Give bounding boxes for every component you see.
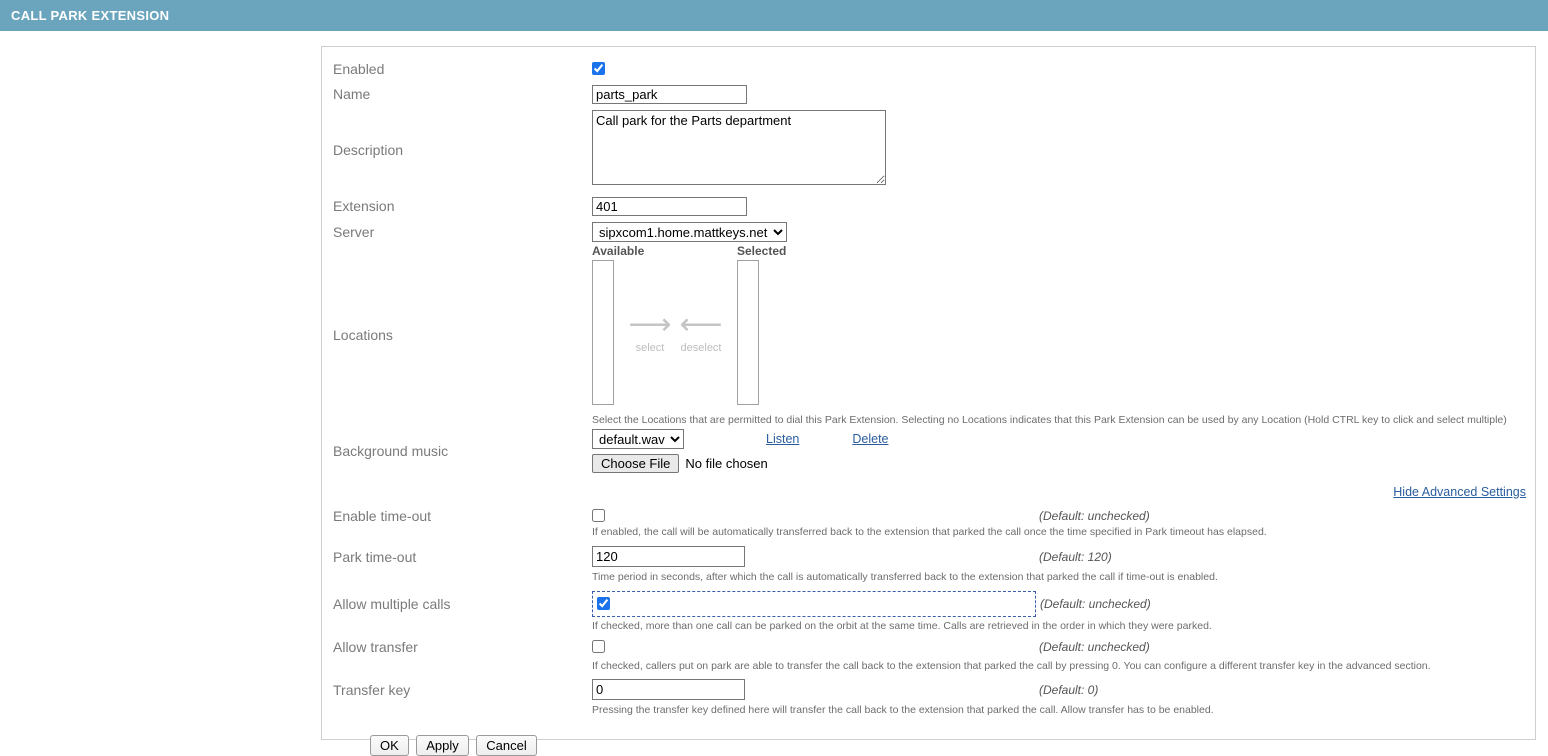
listen-link[interactable]: Listen (766, 432, 799, 446)
row-server: Server sipxcom1.home.mattkeys.net (322, 219, 1535, 245)
cancel-button[interactable]: Cancel (476, 735, 537, 756)
row-background-music: Background music default.wav Listen Dele… (322, 425, 1535, 477)
server-label: Server (333, 224, 375, 240)
row-allow-transfer: Allow transfer (Default: unchecked) (322, 638, 1535, 656)
description-textarea[interactable]: Call park for the Parts department (592, 110, 886, 185)
available-listbox[interactable] (592, 259, 614, 405)
select-button-label: select (635, 341, 665, 354)
deselect-button-label: deselect (680, 341, 722, 354)
row-extension: Extension (322, 193, 1535, 219)
row-allow-multiple-calls: Allow multiple calls (Default: unchecked… (322, 591, 1535, 617)
row-allow-multiple-calls-hint: If checked, more than one call can be pa… (322, 619, 1535, 633)
name-label: Name (333, 86, 371, 102)
park-timeout-hint: Time period in seconds, after which the … (592, 571, 1218, 583)
description-label: Description (333, 142, 404, 158)
row-description: Description Call park for the Parts depa… (322, 107, 1535, 193)
call-park-form: Enabled Name Description Call park for t… (322, 47, 1535, 756)
selected-listbox[interactable] (737, 259, 759, 405)
name-field (592, 84, 1535, 104)
transfer-key-field: (Default: 0) (592, 679, 1535, 700)
row-actions: OK Apply Cancel (322, 735, 1535, 756)
park-timeout-label: Park time-out (333, 548, 417, 565)
extension-input[interactable] (592, 196, 747, 216)
allow-multiple-calls-label: Allow multiple calls (333, 596, 451, 612)
row-allow-transfer-hint: If checked, callers put on park are able… (322, 659, 1535, 673)
allow-multiple-calls-focus-ring (592, 591, 1036, 617)
transfer-key-label: Transfer key (333, 681, 411, 698)
row-park-timeout-hint: Time period in seconds, after which the … (322, 570, 1535, 584)
allow-multiple-calls-field: (Default: unchecked) (592, 591, 1535, 617)
allow-transfer-checkbox[interactable] (592, 640, 605, 654)
transfer-key-hint: Pressing the transfer key defined here w… (592, 704, 1214, 716)
row-enable-timeout-hint: If enabled, the call will be automatical… (322, 525, 1535, 539)
allow-multiple-calls-checkbox[interactable] (597, 597, 610, 611)
page-header: CALL PARK EXTENSION (0, 0, 1548, 31)
deselect-button[interactable]: ⟵ deselect (679, 307, 723, 354)
choose-file-button[interactable]: Choose File (592, 454, 680, 473)
row-park-timeout: Park time-out (Default: 120) (322, 546, 1535, 567)
page-title: CALL PARK EXTENSION (11, 8, 170, 23)
row-name: Name (322, 81, 1535, 107)
apply-button[interactable]: Apply (416, 735, 469, 756)
name-input[interactable] (592, 84, 747, 104)
transfer-key-default: (Default: 0) (1039, 682, 1099, 697)
enabled-label: Enabled (333, 61, 385, 77)
row-enable-timeout: Enable time-out (Default: unchecked) (322, 507, 1535, 525)
description-field: Call park for the Parts department (592, 110, 1535, 190)
arrow-left-icon: ⟵ (679, 307, 723, 341)
allow-multiple-calls-default: (Default: unchecked) (1040, 597, 1151, 611)
row-transfer-key: Transfer key (Default: 0) (322, 679, 1535, 700)
row-locations: Locations Available Selected ⟶ select ⟵ … (322, 244, 1535, 427)
extension-label: Extension (333, 198, 395, 214)
enable-timeout-hint: If enabled, the call will be automatical… (592, 526, 1267, 538)
hide-advanced-settings-link[interactable]: Hide Advanced Settings (1393, 485, 1526, 499)
action-buttons: OK Apply Cancel (370, 735, 1535, 756)
enable-timeout-checkbox[interactable] (592, 509, 605, 523)
background-music-select[interactable]: default.wav (592, 429, 684, 449)
server-select[interactable]: sipxcom1.home.mattkeys.net (592, 222, 787, 242)
allow-transfer-field: (Default: unchecked) (592, 638, 1535, 656)
background-music-field: default.wav Listen Delete Choose File No… (592, 429, 1535, 473)
park-timeout-input[interactable] (592, 546, 745, 567)
background-music-label: Background music (333, 443, 449, 459)
select-button[interactable]: ⟶ select (628, 307, 672, 354)
locations-headers: Available Selected (592, 244, 1535, 258)
locations-dual-list: ⟶ select ⟵ deselect (592, 259, 1535, 405)
allow-multiple-calls-hint: If checked, more than one call can be pa… (592, 620, 1212, 632)
park-timeout-field: (Default: 120) (592, 546, 1535, 567)
row-transfer-key-hint: Pressing the transfer key defined here w… (322, 703, 1535, 717)
ok-button[interactable]: OK (370, 735, 409, 756)
locations-label: Locations (333, 327, 393, 343)
enabled-checkbox[interactable] (592, 62, 605, 76)
locations-hint: Select the Locations that are permitted … (592, 413, 1507, 426)
allow-transfer-default: (Default: unchecked) (1039, 640, 1150, 654)
enable-timeout-label: Enable time-out (333, 508, 432, 524)
extension-field (592, 196, 1535, 216)
enabled-field (592, 60, 1535, 78)
arrow-right-icon: ⟶ (628, 307, 672, 341)
row-enabled: Enabled (322, 57, 1535, 81)
transfer-key-input[interactable] (592, 679, 745, 700)
advanced-toggle-row: Hide Advanced Settings (322, 483, 1535, 501)
delete-link[interactable]: Delete (852, 432, 888, 446)
enable-timeout-default: (Default: unchecked) (1039, 509, 1150, 523)
enable-timeout-field: (Default: unchecked) (592, 507, 1535, 525)
call-park-extension-panel: Enabled Name Description Call park for t… (321, 46, 1536, 756)
allow-transfer-label: Allow transfer (333, 639, 418, 655)
transfer-controls: ⟶ select ⟵ deselect (614, 260, 737, 354)
file-status-text: No file chosen (685, 456, 768, 471)
available-label: Available (592, 243, 645, 258)
park-timeout-default: (Default: 120) (1039, 549, 1112, 564)
locations-field: Available Selected ⟶ select ⟵ deselect S… (592, 244, 1535, 427)
allow-transfer-hint: If checked, callers put on park are able… (592, 660, 1431, 672)
selected-label: Selected (737, 243, 787, 258)
server-field: sipxcom1.home.mattkeys.net (592, 222, 1535, 242)
